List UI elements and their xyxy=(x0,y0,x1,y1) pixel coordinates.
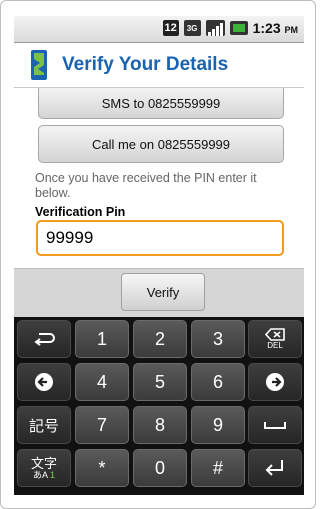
delete-key-label: DEL xyxy=(267,341,283,350)
input-mode-sub: あA 1 xyxy=(32,469,56,480)
verify-button[interactable]: Verify xyxy=(121,273,205,311)
key-8[interactable]: 8 xyxy=(133,406,187,444)
network-3g-icon: 3G xyxy=(183,20,201,36)
back-key[interactable] xyxy=(17,320,71,358)
call-me-button[interactable]: Call me on 0825559999 xyxy=(38,125,284,163)
input-mode-label: 文字 xyxy=(30,455,57,471)
back-arrow-icon xyxy=(34,333,55,346)
input-mode-sub-b: 1 xyxy=(50,469,56,480)
right-arrow-icon xyxy=(266,373,284,391)
verification-pin-input[interactable] xyxy=(36,220,284,256)
left-arrow-key[interactable] xyxy=(17,363,71,401)
key-2[interactable]: 2 xyxy=(133,320,187,358)
key-hash[interactable]: # xyxy=(191,449,245,487)
left-arrow-icon xyxy=(35,373,53,391)
battery-icon xyxy=(229,21,248,35)
status-clock: 1:23 PM xyxy=(253,20,298,36)
space-key[interactable] xyxy=(248,406,302,444)
numeric-keyboard: 1 2 3 DEL 4 5 6 記号 7 8 9 文字 あA 1 * 0 # xyxy=(14,317,304,495)
app-logo-icon xyxy=(31,50,47,80)
key-0[interactable]: 0 xyxy=(133,449,187,487)
page-title: Verify Your Details xyxy=(62,54,229,75)
input-mode-sub-a: あA xyxy=(32,469,48,480)
key-3[interactable]: 3 xyxy=(191,320,245,358)
key-6[interactable]: 6 xyxy=(191,363,245,401)
key-4[interactable]: 4 xyxy=(75,363,129,401)
pin-label: Verification Pin xyxy=(35,205,126,219)
right-arrow-key[interactable] xyxy=(248,363,302,401)
notification-count-icon: 12 xyxy=(162,20,179,36)
clock-time: 1:23 xyxy=(252,20,281,36)
verify-form: SMS to 0825559999 Call me on 0825559999 … xyxy=(14,88,304,268)
input-mode-key[interactable]: 文字 あA 1 xyxy=(17,449,71,487)
phone-frame: 12 3G 1:23 PM Verify Your Details SMS to… xyxy=(0,0,316,509)
verify-bar: Verify xyxy=(14,268,304,317)
key-7[interactable]: 7 xyxy=(75,406,129,444)
signal-strength-icon xyxy=(205,20,225,36)
key-1[interactable]: 1 xyxy=(75,320,129,358)
space-icon xyxy=(264,422,286,429)
sms-button[interactable]: SMS to 0825559999 xyxy=(38,88,284,119)
phone-screen: 12 3G 1:23 PM Verify Your Details SMS to… xyxy=(14,16,304,495)
enter-icon xyxy=(265,460,283,476)
title-bar: Verify Your Details xyxy=(14,43,304,88)
delete-icon xyxy=(265,328,285,341)
status-bar: 12 3G 1:23 PM xyxy=(14,16,304,43)
delete-key[interactable]: DEL xyxy=(248,320,302,358)
symbols-key[interactable]: 記号 xyxy=(17,406,71,444)
pin-instructions: Once you have received the PIN enter it … xyxy=(35,171,257,200)
key-9[interactable]: 9 xyxy=(191,406,245,444)
enter-key[interactable] xyxy=(248,449,302,487)
clock-ampm: PM xyxy=(284,25,299,35)
status-icons: 12 3G 1:23 PM xyxy=(162,20,298,36)
key-star[interactable]: * xyxy=(75,449,129,487)
key-5[interactable]: 5 xyxy=(133,363,187,401)
